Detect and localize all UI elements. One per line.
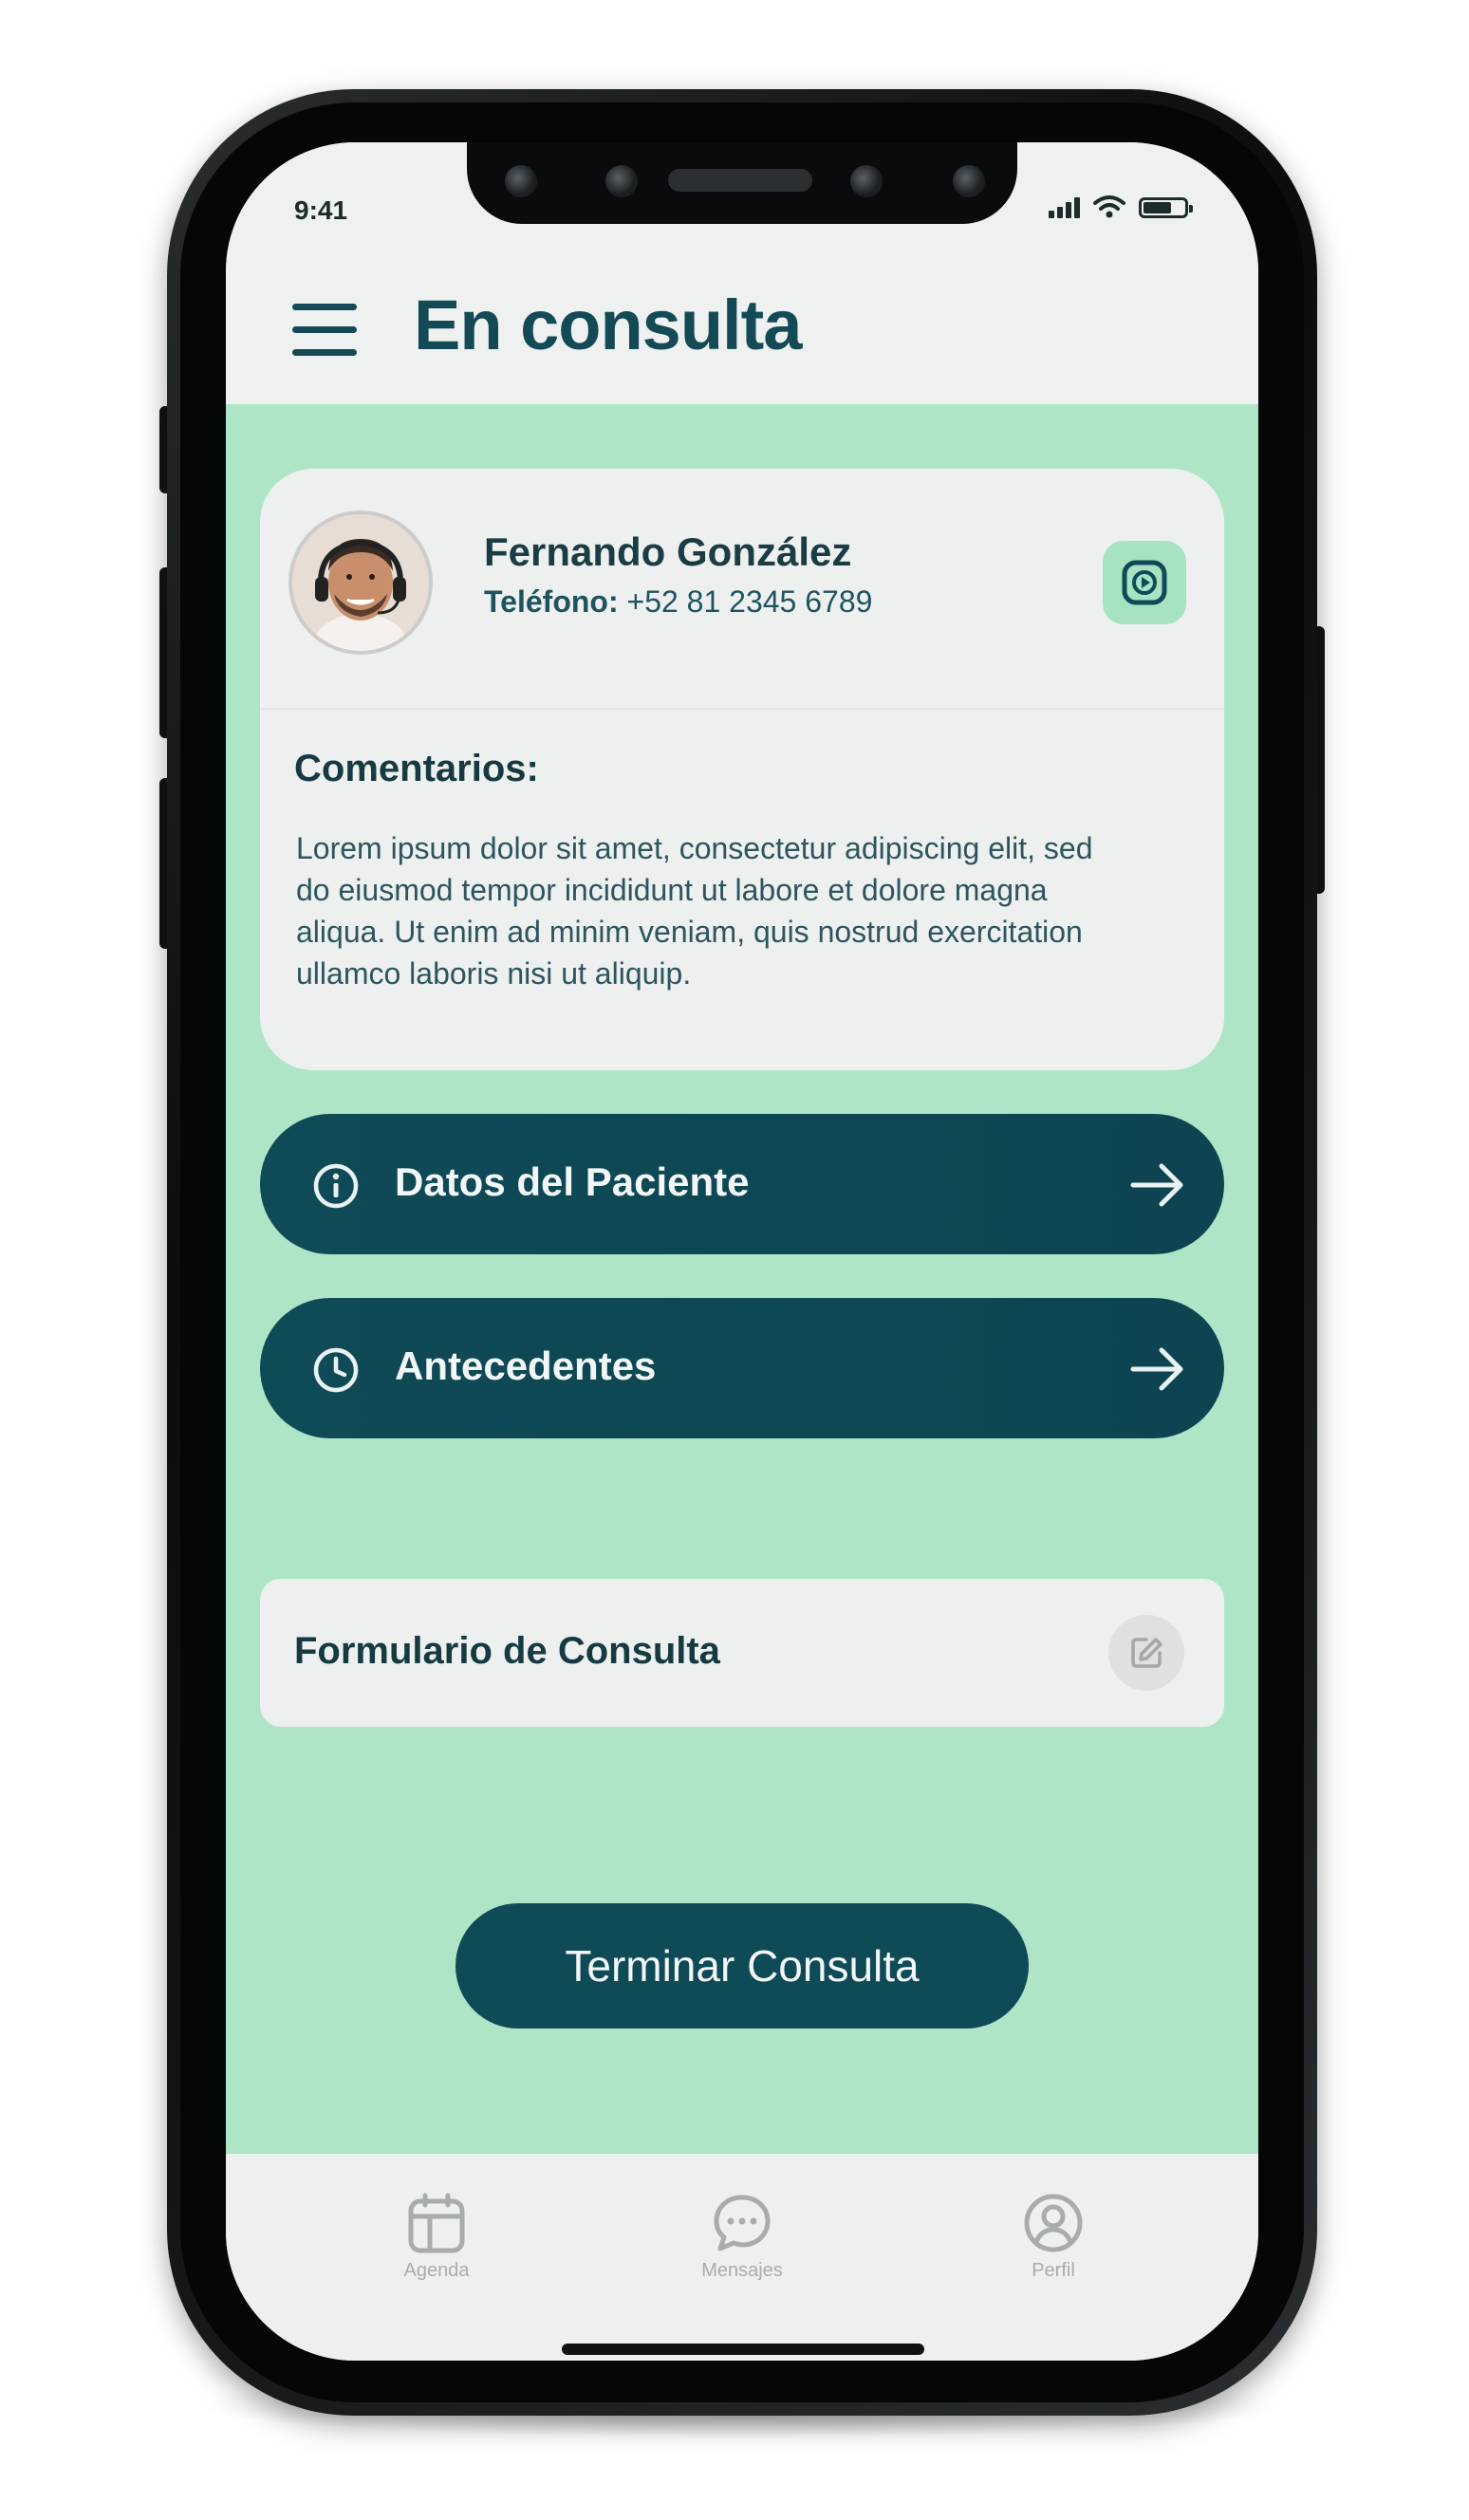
consultation-form-label: Formulario de Consulta xyxy=(294,1630,720,1672)
consultation-form-card[interactable]: Formulario de Consulta xyxy=(260,1579,1224,1727)
comments-title: Comentarios: xyxy=(294,748,539,789)
comments-text: Lorem ipsum dolor sit amet, consectetur … xyxy=(296,831,1093,991)
edit-icon xyxy=(1131,1638,1162,1668)
tab-messages[interactable]: Mensajes xyxy=(657,2192,827,2282)
tab-bar: Agenda Mensajes Perfil xyxy=(226,2154,1258,2361)
tab-messages-label: Mensajes xyxy=(701,2260,783,2281)
menu-icon[interactable] xyxy=(292,304,359,357)
patient-name: Fernando González xyxy=(484,529,852,574)
phone-number: +52 81 2345 6789 xyxy=(626,584,873,619)
patient-data-button[interactable]: Datos del Paciente xyxy=(260,1114,1224,1254)
wifi-icon xyxy=(1093,195,1125,218)
camera-icon xyxy=(605,165,638,197)
phone-label: Teléfono: xyxy=(484,584,619,619)
sensor-icon xyxy=(953,165,985,197)
avatar xyxy=(292,514,429,651)
speaker-grille xyxy=(668,169,812,192)
page-title: En consulta xyxy=(414,286,802,364)
history-label: Antecedentes xyxy=(395,1343,657,1388)
status-time: 9:41 xyxy=(294,195,348,225)
sensor-icon xyxy=(505,165,537,197)
sensor-icon xyxy=(850,165,883,197)
tab-agenda-label: Agenda xyxy=(403,2260,470,2281)
history-button[interactable]: Antecedentes xyxy=(260,1298,1224,1438)
user-circle-icon xyxy=(1024,2194,1083,2252)
status-icons xyxy=(1049,195,1193,218)
arrow-right-icon xyxy=(1130,1163,1183,1207)
card-divider xyxy=(260,708,1224,710)
calendar-icon xyxy=(408,2193,465,2253)
tab-profile-label: Perfil xyxy=(1032,2260,1075,2281)
arrow-right-icon xyxy=(1130,1347,1183,1391)
video-call-button[interactable] xyxy=(1103,541,1186,624)
edit-form-button[interactable] xyxy=(1108,1615,1184,1691)
tab-agenda[interactable]: Agenda xyxy=(351,2192,522,2282)
end-consultation-button[interactable]: Terminar Consulta xyxy=(456,1903,1029,2029)
patient-card: Fernando González Teléfono: +52 81 2345 … xyxy=(260,469,1224,1070)
patient-data-label: Datos del Paciente xyxy=(395,1159,750,1204)
signal-icon xyxy=(1049,197,1080,218)
info-icon xyxy=(313,1163,359,1209)
battery-icon xyxy=(1139,197,1193,218)
app-screen: 9:41 En consulta Fernando González Teléf… xyxy=(226,142,1258,2361)
clock-icon xyxy=(313,1347,359,1393)
video-play-icon xyxy=(1122,560,1167,605)
tab-profile[interactable]: Perfil xyxy=(968,2192,1139,2282)
notch xyxy=(467,142,1017,224)
patient-phone: Teléfono: +52 81 2345 6789 xyxy=(484,584,872,620)
chat-icon xyxy=(714,2195,771,2251)
home-indicator xyxy=(562,2344,924,2355)
